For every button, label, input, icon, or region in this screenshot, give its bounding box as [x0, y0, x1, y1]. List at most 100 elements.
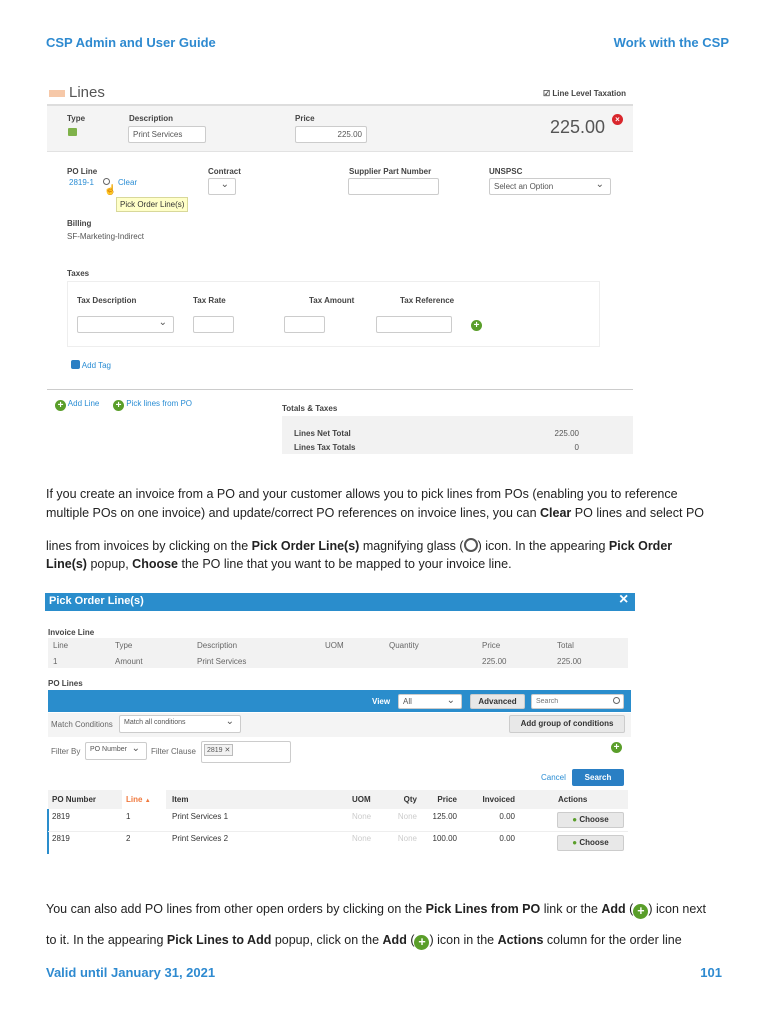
check-icon: ●	[572, 838, 578, 847]
col-invoiced[interactable]: Invoiced	[465, 795, 515, 804]
invoice-cell: 225.00	[557, 657, 582, 666]
invoice-col-total: Total	[557, 641, 574, 650]
col-po-number[interactable]: PO Number	[52, 795, 96, 804]
tax-description-select[interactable]	[77, 316, 174, 333]
line-level-taxation-label: Line Level Taxation	[552, 89, 627, 98]
invoice-cell: 225.00	[482, 657, 507, 666]
pick-lines-label: Pick lines from PO	[126, 399, 193, 408]
invoice-cell: 1	[53, 657, 58, 666]
view-select[interactable]: All	[398, 694, 462, 709]
add-tag-link[interactable]: Add Tag	[71, 360, 111, 370]
page-number: 101	[700, 965, 722, 980]
para2-line2: to it. In the appearing Pick Lines to Ad…	[46, 933, 682, 950]
check-icon: ●	[572, 815, 578, 824]
invoice-col-line: Line	[53, 641, 69, 650]
filter-token[interactable]: 2819 ✕	[204, 744, 234, 756]
magnifier-icon	[463, 538, 478, 552]
filter-by-label: Filter By	[51, 747, 81, 756]
col-line[interactable]: Line ▲	[126, 795, 151, 804]
search-icon	[613, 697, 620, 704]
add-line-link[interactable]: + Add Line	[55, 399, 99, 411]
pick-lines-link[interactable]: + Pick lines from PO	[113, 399, 192, 411]
lines-icon	[49, 90, 65, 97]
view-label: View	[372, 697, 391, 706]
contract-label: Contract	[208, 167, 241, 176]
contract-select[interactable]	[208, 178, 236, 195]
para1-line4: Line(s) popup, Choose the PO line that y…	[46, 557, 512, 571]
para1-line1: If you create an invoice from a PO and y…	[46, 487, 678, 501]
tax-rate-input[interactable]	[193, 316, 234, 333]
para1-line2: multiple POs on one invoice) and update/…	[46, 506, 705, 520]
tax-description-label: Tax Description	[77, 296, 137, 305]
filter-clause-label: Filter Clause	[151, 747, 196, 756]
add-group-button[interactable]: Add group of conditions	[509, 715, 625, 733]
tax-reference-input[interactable]	[376, 316, 452, 333]
delete-line-icon[interactable]: ×	[612, 114, 623, 125]
supplier-part-label: Supplier Part Number	[349, 167, 432, 176]
add-condition-icon[interactable]: +	[611, 742, 622, 753]
add-tag-label: Add Tag	[81, 361, 111, 370]
col-actions: Actions	[558, 795, 588, 804]
po-line-link[interactable]: 2819-1	[69, 178, 94, 187]
tax-amount-label: Tax Amount	[309, 296, 355, 305]
totals-title: Totals & Taxes	[282, 404, 338, 413]
po-line-label: PO Line	[67, 167, 98, 176]
amount-type-icon	[68, 128, 77, 136]
filter-clause-input[interactable]: 2819 ✕	[201, 741, 291, 763]
filter-by-select[interactable]: PO Number	[85, 742, 147, 760]
pick-order-dialog: Pick Order Line(s) × Invoice Line Line T…	[45, 591, 635, 858]
unspsc-label: UNSPSC	[489, 167, 523, 176]
lines-tax-totals-label: Lines Tax Totals	[294, 443, 356, 452]
hand-cursor-icon: ☝	[104, 185, 117, 196]
invoice-cell: Print Services	[197, 657, 247, 666]
invoice-col-quantity: Quantity	[389, 641, 419, 650]
dialog-title: Pick Order Line(s)	[49, 595, 144, 607]
add-icon: +	[633, 904, 649, 919]
taxes-label: Taxes	[67, 269, 90, 278]
col-qty[interactable]: Qty	[395, 795, 417, 804]
add-icon: +	[414, 935, 430, 950]
pick-order-tooltip: Pick Order Line(s)	[116, 197, 189, 212]
line-level-taxation-checkbox[interactable]: ☑ Line Level Taxation	[543, 89, 626, 98]
choose-button[interactable]: ● Choose	[557, 835, 624, 851]
lines-title: Lines	[69, 84, 105, 101]
match-conditions-label: Match Conditions	[51, 720, 113, 729]
advanced-button[interactable]: Advanced	[470, 694, 525, 709]
search-button[interactable]: Search	[572, 769, 624, 786]
description-input[interactable]: Print Services	[128, 126, 206, 143]
para1-line3: lines from invoices by clicking on the P…	[46, 538, 673, 553]
add-tax-icon[interactable]: +	[471, 320, 482, 331]
invoice-col-description: Description	[197, 641, 238, 650]
match-conditions-select[interactable]: Match all conditions	[119, 715, 241, 733]
lines-net-total-value: 225.00	[554, 429, 579, 438]
description-label: Description	[129, 114, 174, 123]
tax-amount-input[interactable]	[284, 316, 325, 333]
panel-divider	[47, 389, 633, 390]
header-section: Work with the CSP	[613, 35, 729, 50]
row-divider	[48, 831, 628, 832]
add-line-icon: +	[55, 400, 66, 411]
cancel-link[interactable]: Cancel	[541, 773, 566, 782]
invoice-cell: Amount	[115, 657, 143, 666]
col-item[interactable]: Item	[172, 795, 188, 804]
pick-lines-icon: +	[113, 400, 124, 411]
col-uom[interactable]: UOM	[352, 795, 371, 804]
col-price[interactable]: Price	[425, 795, 457, 804]
magnifier-icon[interactable]	[103, 178, 110, 185]
supplier-part-input[interactable]	[348, 178, 439, 195]
type-label: Type	[67, 114, 86, 123]
tag-icon	[71, 360, 80, 369]
clear-link[interactable]: Clear	[118, 178, 137, 187]
tax-reference-label: Tax Reference	[400, 296, 455, 305]
invoice-col-uom: UOM	[325, 641, 344, 650]
lines-net-total-label: Lines Net Total	[294, 429, 351, 438]
search-input[interactable]	[531, 694, 624, 709]
price-input[interactable]: 225.00	[295, 126, 367, 143]
taxes-box	[67, 281, 600, 347]
choose-button[interactable]: ● Choose	[557, 812, 624, 828]
invoice-line-label: Invoice Line	[48, 628, 95, 637]
close-icon[interactable]: ×	[619, 591, 628, 609]
po-lines-label: PO Lines	[48, 679, 83, 688]
unspsc-select[interactable]: Select an Option	[489, 178, 611, 195]
lines-panel: Lines ☑ Line Level Taxation Type Descrip…	[47, 82, 637, 454]
